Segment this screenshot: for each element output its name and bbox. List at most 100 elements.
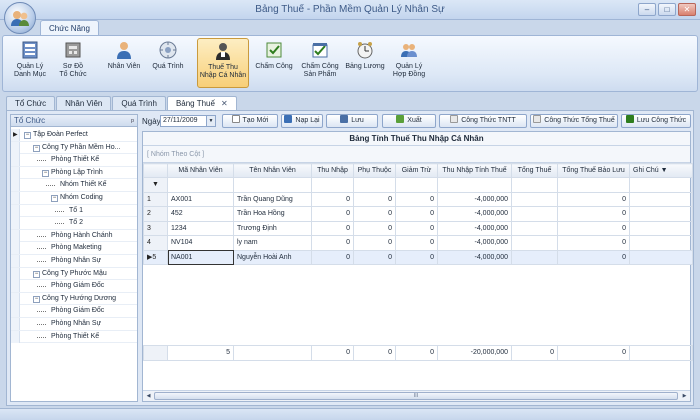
column-header[interactable]: Tên Nhân Viên bbox=[233, 163, 312, 178]
minimize-button[interactable]: – bbox=[638, 3, 656, 16]
close-tab-icon[interactable]: ✕ bbox=[221, 99, 228, 108]
table-cell[interactable]: Nguyễn Hoài Anh bbox=[233, 249, 312, 265]
tree-expander-icon[interactable]: − bbox=[33, 295, 40, 303]
tree-node[interactable]: Phòng Thiết Kế bbox=[11, 330, 137, 344]
tree-node[interactable]: Phòng Nhân Sự bbox=[11, 254, 137, 268]
tree-node[interactable]: Nhóm Thiết Kế bbox=[11, 179, 137, 192]
table-cell[interactable]: -4,000,000 bbox=[437, 235, 512, 251]
tree-node[interactable]: Phòng Giám Đốc bbox=[11, 305, 137, 318]
tree-node[interactable]: Phòng Maketing bbox=[11, 242, 137, 255]
column-header[interactable]: Tổng Thuế Bảo Lưu bbox=[557, 163, 630, 178]
product-attendance-button[interactable]: Chấm Công Sản Phẩm bbox=[299, 38, 341, 88]
table-cell[interactable] bbox=[511, 220, 558, 236]
pin-icon[interactable]: ᵖ bbox=[131, 116, 134, 128]
table-cell[interactable] bbox=[629, 191, 693, 207]
table-cell[interactable] bbox=[511, 249, 558, 265]
table-cell[interactable] bbox=[629, 206, 693, 222]
column-header[interactable]: Phụ Thuộc bbox=[353, 163, 396, 178]
tree-expander-icon[interactable]: − bbox=[24, 132, 31, 139]
column-header[interactable]: Giảm Trừ bbox=[395, 163, 438, 178]
tree-node[interactable]: − Công Ty Phước Mậu bbox=[11, 267, 137, 281]
tntt-formula-button[interactable]: Công Thức TNTT bbox=[439, 114, 527, 128]
table-row[interactable]: 2 452 Trần Hoa Hồng 0 0 0 -4,000,000 0 bbox=[143, 206, 693, 222]
table-cell[interactable]: 0 bbox=[557, 249, 630, 265]
tree-expander-icon[interactable]: − bbox=[51, 194, 58, 202]
save-button[interactable]: Lưu bbox=[326, 114, 378, 128]
row-indicator[interactable]: 3 bbox=[143, 220, 168, 236]
row-indicator[interactable]: 2 bbox=[143, 206, 168, 222]
table-cell[interactable] bbox=[629, 249, 693, 265]
column-header[interactable]: Thu Nhập bbox=[311, 163, 354, 178]
org-chart-button[interactable]: Sơ Đồ Tổ Chức bbox=[55, 38, 91, 88]
tab-process[interactable]: Quá Trình bbox=[112, 96, 166, 111]
table-cell[interactable]: AX001 bbox=[167, 191, 234, 207]
column-header[interactable]: Tổng Thuế bbox=[511, 163, 558, 178]
row-indicator[interactable]: ▶5 bbox=[143, 249, 168, 265]
table-cell[interactable]: 0 bbox=[353, 220, 396, 236]
row-indicator[interactable]: 1 bbox=[143, 191, 168, 207]
tree-expander-icon[interactable]: − bbox=[33, 270, 40, 278]
table-cell[interactable] bbox=[511, 235, 558, 251]
table-cell[interactable]: 0 bbox=[311, 220, 354, 236]
tree-node[interactable]: − Phòng Lập Trình bbox=[11, 166, 137, 180]
tab-employees[interactable]: Nhân Viên bbox=[56, 96, 112, 111]
group-by-panel[interactable]: [ Nhóm Theo Cột ] bbox=[143, 146, 690, 163]
table-cell[interactable]: 0 bbox=[395, 220, 438, 236]
scroll-right-icon[interactable]: ▶ bbox=[680, 392, 689, 400]
tree-expander-icon[interactable]: − bbox=[33, 144, 40, 152]
filter-row[interactable]: ▼ bbox=[143, 177, 693, 193]
attendance-button[interactable]: Chấm Công bbox=[253, 38, 295, 88]
table-cell[interactable]: 0 bbox=[557, 206, 630, 222]
export-button[interactable]: Xuất bbox=[382, 114, 436, 128]
app-menu-button[interactable] bbox=[4, 2, 36, 34]
tree-node[interactable]: Phòng Hành Chánh bbox=[11, 229, 137, 243]
table-cell[interactable]: -4,000,000 bbox=[437, 191, 512, 207]
tree-node[interactable]: ▶ − Tập Đoàn Perfect bbox=[11, 129, 137, 142]
catalog-button[interactable]: Quản Lý Danh Mục bbox=[11, 38, 49, 88]
table-cell[interactable] bbox=[511, 206, 558, 222]
tab-organization[interactable]: Tổ Chức bbox=[6, 96, 56, 111]
table-row[interactable]: 3 1234 Trương Định 0 0 0 -4,000,000 0 bbox=[143, 220, 693, 236]
tree-node[interactable]: − Nhóm Coding bbox=[11, 191, 137, 205]
tree-node[interactable]: Phòng Thiết Kế bbox=[11, 154, 137, 167]
new-button[interactable]: Tạo Mới bbox=[222, 114, 278, 128]
horizontal-scrollbar[interactable]: ◀ III ▶ bbox=[143, 390, 690, 401]
employee-button[interactable]: Nhân Viên bbox=[105, 38, 143, 88]
table-cell[interactable]: 0 bbox=[311, 235, 354, 251]
save-formula-button[interactable]: Lưu Công Thức bbox=[621, 114, 691, 128]
contract-button[interactable]: Quản Lý Hợp Đồng bbox=[389, 38, 429, 88]
table-cell[interactable]: NV104 bbox=[167, 235, 234, 251]
table-cell[interactable]: NA001 bbox=[167, 249, 234, 265]
table-cell[interactable]: 0 bbox=[557, 191, 630, 207]
table-cell[interactable]: 0 bbox=[353, 191, 396, 207]
column-header[interactable]: Ghi Chú ▼ bbox=[629, 163, 693, 178]
column-header[interactable]: Thu Nhập Tính Thuế bbox=[437, 163, 512, 178]
table-row[interactable]: 4 NV104 ly nam 0 0 0 -4,000,000 0 bbox=[143, 235, 693, 251]
table-cell[interactable]: 0 bbox=[311, 191, 354, 207]
table-cell[interactable]: -4,000,000 bbox=[437, 206, 512, 222]
table-cell[interactable]: 0 bbox=[395, 206, 438, 222]
table-cell[interactable]: 0 bbox=[353, 235, 396, 251]
scroll-left-icon[interactable]: ◀ bbox=[144, 392, 153, 400]
ribbon-tab-functions[interactable]: Chức Năng bbox=[40, 20, 99, 36]
tree-node[interactable]: Tổ 1 bbox=[11, 204, 137, 218]
tab-tax-table[interactable]: Bảng Thuế ✕ bbox=[166, 96, 237, 111]
table-cell[interactable]: 0 bbox=[557, 220, 630, 236]
table-row[interactable]: ▶5 NA001 Nguyễn Hoài Anh 0 0 0 -4,000,000 0 bbox=[143, 249, 693, 265]
table-cell[interactable]: 0 bbox=[395, 191, 438, 207]
table-cell[interactable]: 452 bbox=[167, 206, 234, 222]
table-cell[interactable]: -4,000,000 bbox=[437, 220, 512, 236]
maximize-button[interactable]: □ bbox=[658, 3, 676, 16]
table-row[interactable]: 1 AX001 Trần Quang Dũng 0 0 0 -4,000,000 0 bbox=[143, 191, 693, 207]
close-button[interactable]: ✕ bbox=[678, 3, 696, 16]
table-cell[interactable]: 1234 bbox=[167, 220, 234, 236]
reload-button[interactable]: Nạp Lại bbox=[281, 114, 323, 128]
tax-button[interactable]: Thuế Thu Nhập Cá Nhân bbox=[197, 38, 249, 88]
chevron-down-icon[interactable]: ▼ bbox=[206, 116, 215, 126]
payroll-button[interactable]: Bảng Lương bbox=[345, 38, 385, 88]
table-cell[interactable] bbox=[629, 235, 693, 251]
date-picker[interactable]: 27/11/2009 ▼ bbox=[160, 115, 216, 127]
process-button[interactable]: Quá Trình bbox=[149, 38, 187, 88]
table-cell[interactable]: Trần Hoa Hồng bbox=[233, 206, 312, 222]
tree-expander-icon[interactable]: − bbox=[42, 169, 49, 177]
